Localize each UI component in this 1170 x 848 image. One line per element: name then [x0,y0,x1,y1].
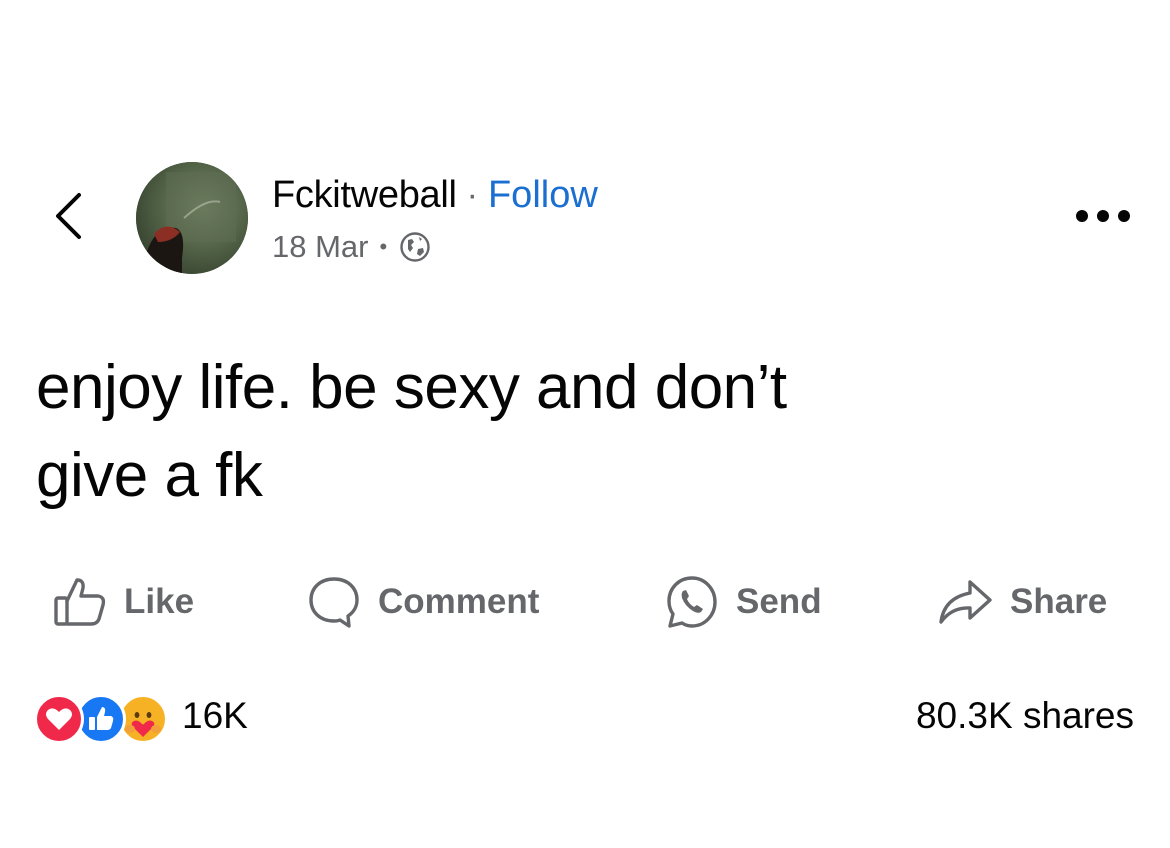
send-button[interactable]: Send [664,570,822,634]
meta-separator: • [379,234,388,259]
globe-icon [398,230,432,264]
send-label: Send [736,582,822,621]
reaction-count: 16K [182,695,248,736]
reactions-summary[interactable]: 16K [34,690,248,744]
love-reaction-icon [34,694,84,744]
whatsapp-icon [664,574,720,630]
author-line: Fckitweball · Follow [272,170,598,220]
share-icon [936,576,994,628]
reaction-icons [34,690,170,744]
share-button[interactable]: Share [936,570,1107,634]
post-meta: 18 Mar • [272,226,432,268]
comment-icon [306,574,362,630]
more-options-button[interactable] [1070,196,1136,240]
author-name[interactable]: Fckitweball [272,174,457,217]
like-label: Like [124,582,195,621]
like-button[interactable]: Like [52,570,194,634]
chevron-left-icon [53,191,83,246]
post-date[interactable]: 18 Mar [272,229,368,265]
follow-button[interactable]: Follow [488,174,598,217]
comment-label: Comment [378,582,540,621]
back-button[interactable] [44,188,92,248]
separator-dot: · [466,175,478,214]
comment-button[interactable]: Comment [306,570,539,634]
post-text: enjoy life. be sexy and don’t give a fk [36,353,787,510]
avatar[interactable] [136,162,248,274]
shares-count[interactable]: 80.3K shares [916,690,1134,742]
thumbs-up-icon [52,574,108,630]
share-label: Share [1010,582,1108,621]
more-options-icon [1075,209,1131,228]
